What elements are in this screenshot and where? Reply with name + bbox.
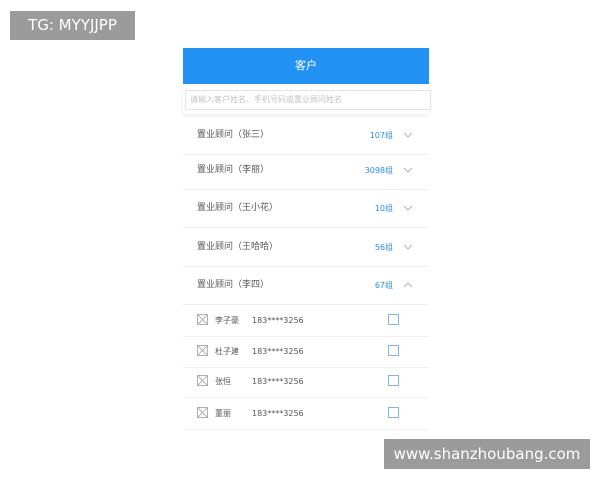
member-name: 杜子建 xyxy=(215,347,239,356)
group-label: 置业顾问（王哈哈） xyxy=(197,242,279,252)
broken-image-icon xyxy=(197,314,208,325)
chevron-down-icon[interactable] xyxy=(403,203,413,213)
group-row-lili[interactable]: 置业顾问（李丽） 3098组 xyxy=(183,152,429,190)
broken-image-icon xyxy=(197,345,208,356)
group-label: 置业顾问（李丽） xyxy=(197,165,270,175)
chevron-down-icon[interactable] xyxy=(403,242,413,252)
member-row[interactable]: 李子豪 183****3256 xyxy=(183,305,429,337)
member-name: 李子豪 xyxy=(215,316,239,325)
member-checkbox[interactable] xyxy=(388,314,399,325)
search-bar xyxy=(183,84,431,114)
member-phone: 183****3256 xyxy=(252,316,304,325)
group-label: 置业顾问（张三） xyxy=(197,130,270,140)
broken-image-icon xyxy=(197,375,208,386)
group-row-zhangsan[interactable]: 置业顾问（张三） 107组 xyxy=(183,117,429,155)
group-row-wanghaha[interactable]: 置业顾问（王哈哈） 56组 xyxy=(183,229,429,267)
group-row-lisi[interactable]: 置业顾问（李四） 67组 xyxy=(183,267,429,305)
group-count: 67组 xyxy=(374,281,393,290)
watermark-top: TG: MYYJJPP xyxy=(10,11,135,40)
member-phone: 183****3256 xyxy=(252,347,304,356)
member-checkbox[interactable] xyxy=(388,345,399,356)
member-row[interactable]: 张恒 183****3256 xyxy=(183,366,429,398)
search-input[interactable] xyxy=(185,89,431,110)
member-row[interactable]: 董丽 183****3256 xyxy=(183,398,429,430)
page-title: 客户 xyxy=(183,48,429,84)
broken-image-icon xyxy=(197,407,208,418)
member-phone: 183****3256 xyxy=(252,377,304,386)
group-count: 3098组 xyxy=(364,166,393,175)
member-name: 董丽 xyxy=(215,409,231,418)
watermark-bottom: www.shanzhoubang.com xyxy=(384,439,590,469)
customer-screen: 客户 置业顾问（张三） 107组 置业顾问（李丽） 3098组 置业顾问（王小花… xyxy=(183,48,431,430)
member-name: 张恒 xyxy=(215,377,231,386)
member-row[interactable]: 杜子建 183****3256 xyxy=(183,336,429,368)
member-phone: 183****3256 xyxy=(252,409,304,418)
chevron-down-icon[interactable] xyxy=(403,165,413,175)
chevron-down-icon[interactable] xyxy=(403,130,413,140)
group-count: 10组 xyxy=(374,204,393,213)
group-count: 107组 xyxy=(369,131,393,140)
member-checkbox[interactable] xyxy=(388,407,399,418)
chevron-up-icon[interactable] xyxy=(403,280,413,290)
group-label: 置业顾问（李四） xyxy=(197,280,270,290)
group-count: 56组 xyxy=(374,243,393,252)
group-label: 置业顾问（王小花） xyxy=(197,203,279,213)
group-row-wangxiaohua[interactable]: 置业顾问（王小花） 10组 xyxy=(183,190,429,228)
member-checkbox[interactable] xyxy=(388,375,399,386)
